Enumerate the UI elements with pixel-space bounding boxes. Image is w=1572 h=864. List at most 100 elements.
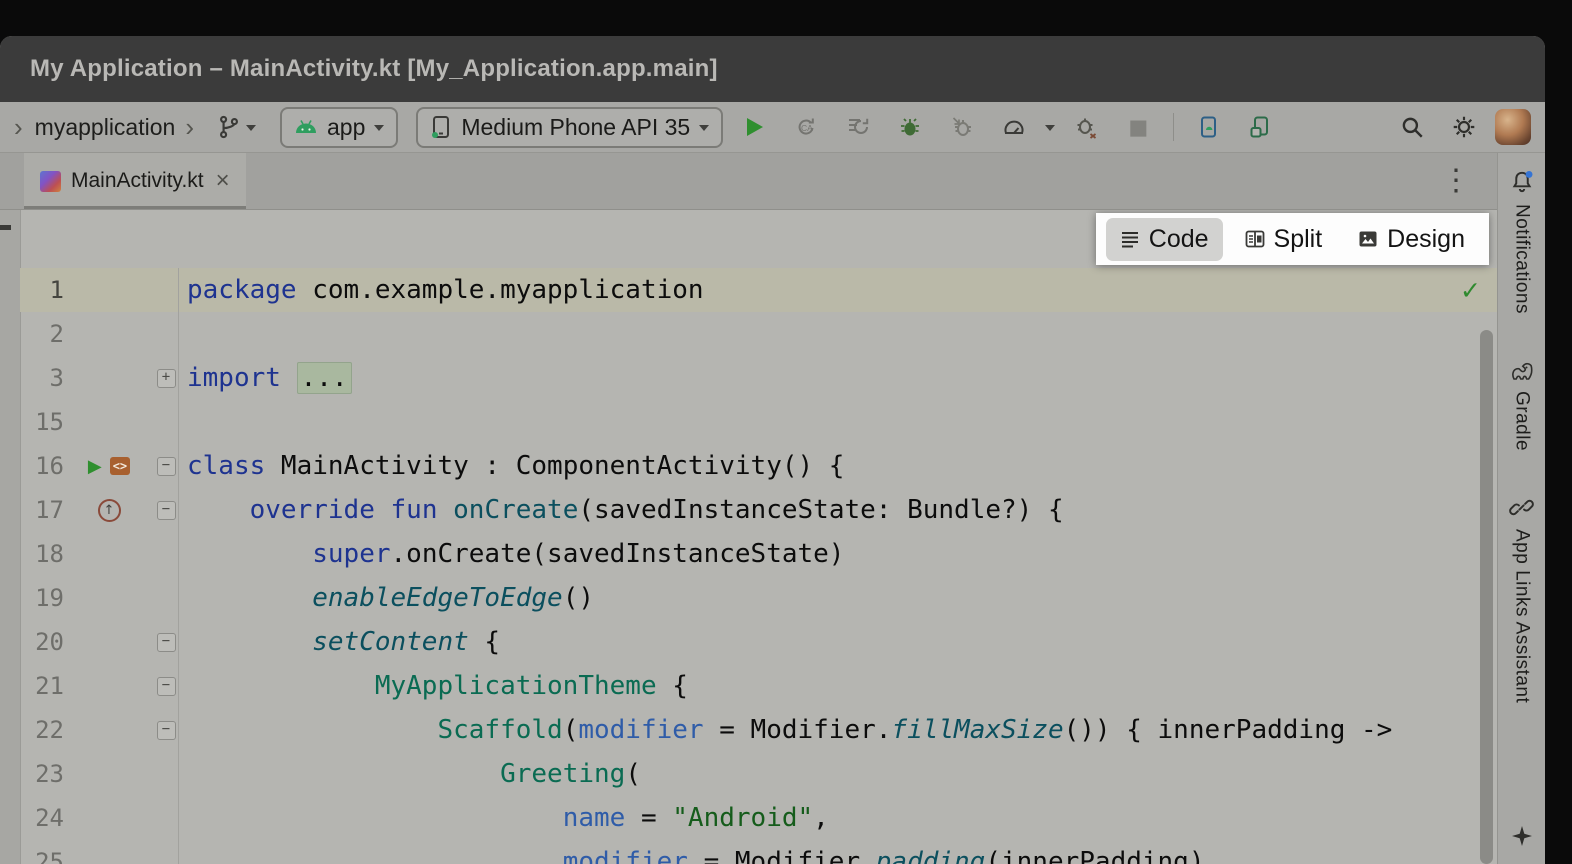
fold-column: + <box>154 369 178 388</box>
code-line[interactable]: 1package com.example.myapplication ✓ <box>20 268 1497 312</box>
code-line[interactable]: 3+import ... <box>20 356 1497 400</box>
search-icon <box>1399 114 1425 140</box>
line-number: 23 <box>20 760 64 788</box>
code-line[interactable]: 18 super.onCreate(savedInstanceState) <box>20 532 1497 576</box>
profiler-chevron-down-icon[interactable] <box>1045 125 1055 131</box>
mode-code-button[interactable]: Code <box>1106 218 1223 261</box>
profile-app-button[interactable] <box>1065 107 1107 147</box>
code-text[interactable]: package com.example.myapplication <box>179 275 704 305</box>
stop-button[interactable]: ■ <box>1117 107 1159 147</box>
code-line[interactable]: 16▶<>−class MainActivity : ComponentActi… <box>20 444 1497 488</box>
ai-assistant-button[interactable] <box>1510 824 1534 853</box>
tab-mainactivity[interactable]: MainActivity.kt × <box>24 153 246 209</box>
code-text[interactable]: MyApplicationTheme { <box>179 671 688 701</box>
code-line[interactable]: 20− setContent { <box>20 620 1497 664</box>
vcs-widget[interactable] <box>210 110 262 144</box>
code-text[interactable]: name = "Android", <box>179 803 829 833</box>
editor-column: MainActivity.kt × ⋮ <box>0 153 1497 864</box>
override-gutter-icon[interactable]: ↑ <box>98 499 121 522</box>
code-line[interactable]: 23 Greeting( <box>20 752 1497 796</box>
code-text[interactable]: super.onCreate(savedInstanceState) <box>179 539 844 569</box>
gutter[interactable]: 20− <box>20 620 179 664</box>
expand-fold-icon[interactable]: + <box>157 369 176 388</box>
code-text[interactable]: modifier = Modifier.padding(innerPadding… <box>179 847 1205 864</box>
code-line[interactable]: 17 ↑ − override fun onCreate(savedInstance… <box>20 488 1497 532</box>
gutter[interactable]: 19 <box>20 576 179 620</box>
gutter[interactable]: 17 ↑ − <box>20 488 179 532</box>
gutter[interactable]: 2 <box>20 312 179 356</box>
code-line[interactable]: 25 modifier = Modifier.padding(innerPadd… <box>20 840 1497 864</box>
gutter[interactable]: 18 <box>20 532 179 576</box>
gear-icon <box>1451 114 1477 140</box>
code-text[interactable]: override fun onCreate(savedInstanceState… <box>179 495 1064 525</box>
code-token: modifier <box>563 847 688 864</box>
code-line[interactable]: 22− Scaffold(modifier = Modifier.fillMax… <box>20 708 1497 752</box>
gutter[interactable]: 15 <box>20 400 179 444</box>
code-text[interactable]: class MainActivity : ComponentActivity()… <box>179 451 844 481</box>
code-mode-icon <box>1120 229 1140 249</box>
mode-design-button[interactable]: Design <box>1344 218 1479 261</box>
code-token: fillMaxSize <box>891 715 1063 745</box>
debug-button[interactable] <box>889 107 931 147</box>
toolwindow-app-links-assistant[interactable]: App Links Assistant <box>1509 495 1534 703</box>
gutter[interactable]: 22− <box>20 708 179 752</box>
run-config-selector[interactable]: app <box>280 107 398 148</box>
code-line[interactable]: 2 <box>20 312 1497 356</box>
project-breadcrumb[interactable]: myapplication <box>35 114 176 141</box>
mode-split-button[interactable]: Split <box>1231 218 1337 261</box>
toolwindow-notifications[interactable]: Notifications <box>1509 169 1535 314</box>
collapse-fold-icon[interactable]: − <box>157 721 176 740</box>
class-gutter-icon[interactable]: <> <box>110 457 130 475</box>
code-token <box>187 627 312 657</box>
code-token: , <box>813 803 829 833</box>
kotlin-file-icon <box>40 171 61 192</box>
fold-column: − <box>154 633 178 652</box>
attach-debugger-button[interactable] <box>941 107 983 147</box>
apply-changes-button[interactable]: CA <box>785 107 827 147</box>
inspections-check-icon[interactable]: ✓ <box>1460 276 1481 305</box>
profiler-button[interactable] <box>993 107 1035 147</box>
gutter[interactable]: 21− <box>20 664 179 708</box>
code-text[interactable]: Greeting( <box>179 759 641 789</box>
device-manager-button[interactable] <box>1188 107 1230 147</box>
code-line[interactable]: 24 name = "Android", <box>20 796 1497 840</box>
mode-code-label: Code <box>1149 225 1209 254</box>
apply-code-changes-button[interactable] <box>837 107 879 147</box>
line-number: 17 <box>20 496 64 524</box>
code-line[interactable]: 15 <box>20 400 1497 444</box>
collapse-fold-icon[interactable]: − <box>157 457 176 476</box>
gutter[interactable]: 24 <box>20 796 179 840</box>
tab-options-kebab-icon[interactable]: ⋮ <box>1441 166 1471 196</box>
bell-icon <box>1509 169 1535 195</box>
code-text[interactable]: setContent { <box>179 627 500 657</box>
chevron-down-icon <box>699 125 709 131</box>
gutter[interactable]: 16▶<>− <box>20 444 179 488</box>
gutter[interactable]: 25 <box>20 840 179 864</box>
toolwindow-gradle[interactable]: Gradle <box>1509 358 1535 451</box>
search-everywhere-button[interactable] <box>1391 107 1433 147</box>
split-mode-icon <box>1245 229 1265 249</box>
code-line[interactable]: 19 enableEdgeToEdge() <box>20 576 1497 620</box>
collapse-fold-icon[interactable]: − <box>157 677 176 696</box>
close-tab-icon[interactable]: × <box>216 169 230 193</box>
collapse-fold-icon[interactable]: − <box>157 501 176 520</box>
gutter[interactable]: 1 <box>20 268 179 312</box>
run-button[interactable] <box>733 107 775 147</box>
code-text[interactable]: enableEdgeToEdge() <box>179 583 594 613</box>
ai-sparkle-icon <box>1510 824 1534 848</box>
device-selector[interactable]: Medium Phone API 35 <box>416 107 723 148</box>
code-text[interactable]: Scaffold(modifier = Modifier.fillMaxSize… <box>179 715 1392 745</box>
window-titlebar[interactable]: My Application – MainActivity.kt [My_App… <box>0 36 1545 102</box>
toolwindow-app-links-label: App Links Assistant <box>1511 529 1533 703</box>
vertical-scrollbar[interactable] <box>1480 330 1493 864</box>
run-class-gutter-icon[interactable]: ▶ <box>88 456 102 477</box>
gutter[interactable]: 3+ <box>20 356 179 400</box>
settings-button[interactable] <box>1443 107 1485 147</box>
running-devices-button[interactable] <box>1240 107 1282 147</box>
code-line[interactable]: 21− MyApplicationTheme { <box>20 664 1497 708</box>
collapse-fold-icon[interactable]: − <box>157 633 176 652</box>
user-avatar[interactable] <box>1495 109 1531 145</box>
gutter[interactable]: 23 <box>20 752 179 796</box>
code-text[interactable]: import ... <box>179 363 352 393</box>
window-title: My Application – MainActivity.kt [My_App… <box>30 55 718 83</box>
